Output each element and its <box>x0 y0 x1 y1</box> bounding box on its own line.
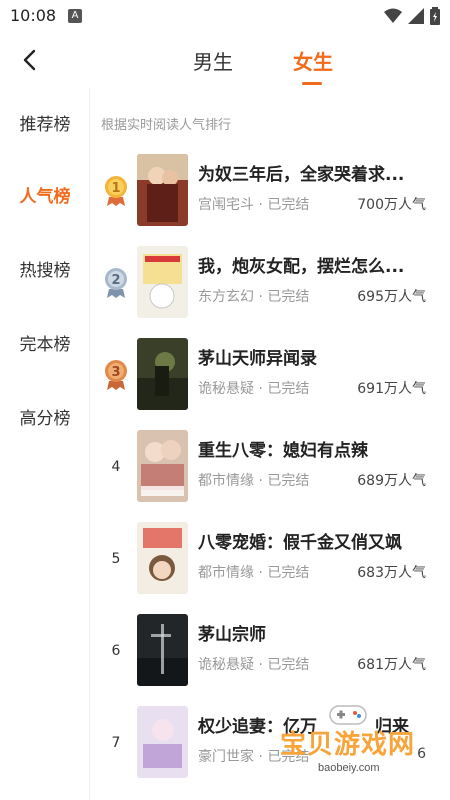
back-arrow-icon <box>23 49 36 71</box>
svg-text:1: 1 <box>111 181 120 196</box>
signal-icon <box>408 8 424 24</box>
rank-medal-gold: 1 <box>102 174 130 208</box>
rank-number-text: 4 <box>111 459 121 475</box>
list-item[interactable]: 3 茅山天师异闻录 诡秘悬疑 · 已完结 691万人气 <box>90 338 450 424</box>
watermark-text: 宝贝游戏网 <box>280 730 416 760</box>
book-title: 茅山天师异闻录 <box>198 349 317 369</box>
book-genre: 诡秘悬疑 <box>198 657 254 673</box>
list-item[interactable]: 5 八零宠婚：假千金又俏又飒 都市情缘 · 已完结 683万人气 <box>90 522 450 608</box>
book-cover <box>137 706 188 778</box>
book-meta: 宫闱宅斗 · 已完结 <box>198 197 310 213</box>
tab-female[interactable]: 女生 <box>293 46 333 75</box>
book-title: 为奴三年后，全家哭着求... <box>198 165 405 185</box>
book-genre: 都市情缘 <box>198 473 254 489</box>
rank-number: 5 <box>102 542 130 576</box>
top-nav: 男生 女生 <box>0 32 450 88</box>
rank-medal-silver: 2 <box>102 266 130 300</box>
book-status: 已完结 <box>267 381 310 397</box>
book-meta: 诡秘悬疑 · 已完结 <box>198 381 310 397</box>
wifi-icon <box>384 8 402 23</box>
rank-number: 6 <box>102 634 130 668</box>
bronze-medal-icon: 3 <box>105 360 127 390</box>
svg-text:3: 3 <box>111 365 120 380</box>
list-item[interactable]: 6 茅山宗师 诡秘悬疑 · 已完结 681万人气 <box>90 614 450 700</box>
book-popularity: 700万人气 <box>357 197 426 213</box>
sidebar-item-recommend[interactable]: 推荐榜 <box>0 110 90 135</box>
list-item[interactable]: 4 重生八零：媳妇有点辣 都市情缘 · 已完结 689万人气 <box>90 430 450 516</box>
book-cover <box>137 246 188 318</box>
watermark-url: baobeiy.com <box>318 762 380 774</box>
book-status: 已完结 <box>267 565 310 581</box>
book-cover <box>137 522 188 594</box>
list-item[interactable]: 2 我，炮灰女配，摆烂怎么... 东方玄幻 · 已完结 695万人气 <box>90 246 450 332</box>
book-cover <box>137 614 188 686</box>
rank-number-text: 6 <box>111 643 121 659</box>
book-meta: 都市情缘 · 已完结 <box>198 473 310 489</box>
book-status: 已完结 <box>267 289 310 305</box>
book-popularity: 689万人气 <box>357 473 426 489</box>
sidebar-item-popularity[interactable]: 人气榜 <box>0 182 90 207</box>
book-cover <box>137 154 188 226</box>
book-ranking-list: 根据实时阅读人气排行 1 为奴三年后，全家哭着求... 宫闱宅斗 · 已完结 7… <box>90 88 450 800</box>
rank-number-text: 7 <box>111 735 121 751</box>
book-status: 已完结 <box>267 473 310 489</box>
status-bar: 10:08 A <box>0 0 450 32</box>
tab-male[interactable]: 男生 <box>193 46 233 75</box>
book-meta: 东方玄幻 · 已完结 <box>198 289 310 305</box>
app-notification-icon: A <box>68 9 82 23</box>
silver-medal-icon: 2 <box>105 268 127 298</box>
book-cover <box>137 430 188 502</box>
list-hint: 根据实时阅读人气排行 <box>101 118 232 133</box>
sidebar-item-high-score[interactable]: 高分榜 <box>0 404 90 429</box>
book-genre: 豪门世家 <box>198 749 254 765</box>
rank-number-text: 5 <box>111 551 121 567</box>
book-popularity: 681万人气 <box>357 657 426 673</box>
book-title: 重生八零：媳妇有点辣 <box>198 441 368 461</box>
status-time: 10:08 <box>10 6 57 25</box>
book-genre: 宫闱宅斗 <box>198 197 254 213</box>
sidebar-item-completed[interactable]: 完本榜 <box>0 330 90 355</box>
active-tab-indicator <box>302 82 322 85</box>
rank-number: 7 <box>102 726 130 760</box>
book-cover <box>137 338 188 410</box>
back-button[interactable] <box>16 46 44 74</box>
rank-number: 4 <box>102 450 130 484</box>
book-genre: 东方玄幻 <box>198 289 254 305</box>
status-icons <box>384 7 440 25</box>
battery-icon <box>430 7 440 25</box>
book-popularity: 683万人气 <box>357 565 426 581</box>
book-title: 八零宠婚：假千金又俏又飒 <box>198 533 402 553</box>
book-status: 已完结 <box>267 197 310 213</box>
gold-medal-icon: 1 <box>105 176 127 206</box>
ranking-sidebar: 推荐榜 人气榜 热搜榜 完本榜 高分榜 <box>0 88 90 800</box>
book-popularity: 695万人气 <box>357 289 426 305</box>
svg-text:2: 2 <box>111 273 120 288</box>
sidebar-item-hot-search[interactable]: 热搜榜 <box>0 256 90 281</box>
book-meta: 都市情缘 · 已完结 <box>198 565 310 581</box>
book-title: 茅山宗师 <box>198 625 266 645</box>
rank-medal-bronze: 3 <box>102 358 130 392</box>
book-title: 我，炮灰女配，摆烂怎么... <box>198 257 405 277</box>
site-watermark: 宝贝游戏网 baobeiy.com <box>280 700 440 780</box>
book-popularity: 691万人气 <box>357 381 426 397</box>
book-genre: 诡秘悬疑 <box>198 381 254 397</box>
book-status: 已完结 <box>267 657 310 673</box>
book-meta: 诡秘悬疑 · 已完结 <box>198 657 310 673</box>
book-genre: 都市情缘 <box>198 565 254 581</box>
list-item[interactable]: 1 为奴三年后，全家哭着求... 宫闱宅斗 · 已完结 700万人气 <box>90 154 450 240</box>
